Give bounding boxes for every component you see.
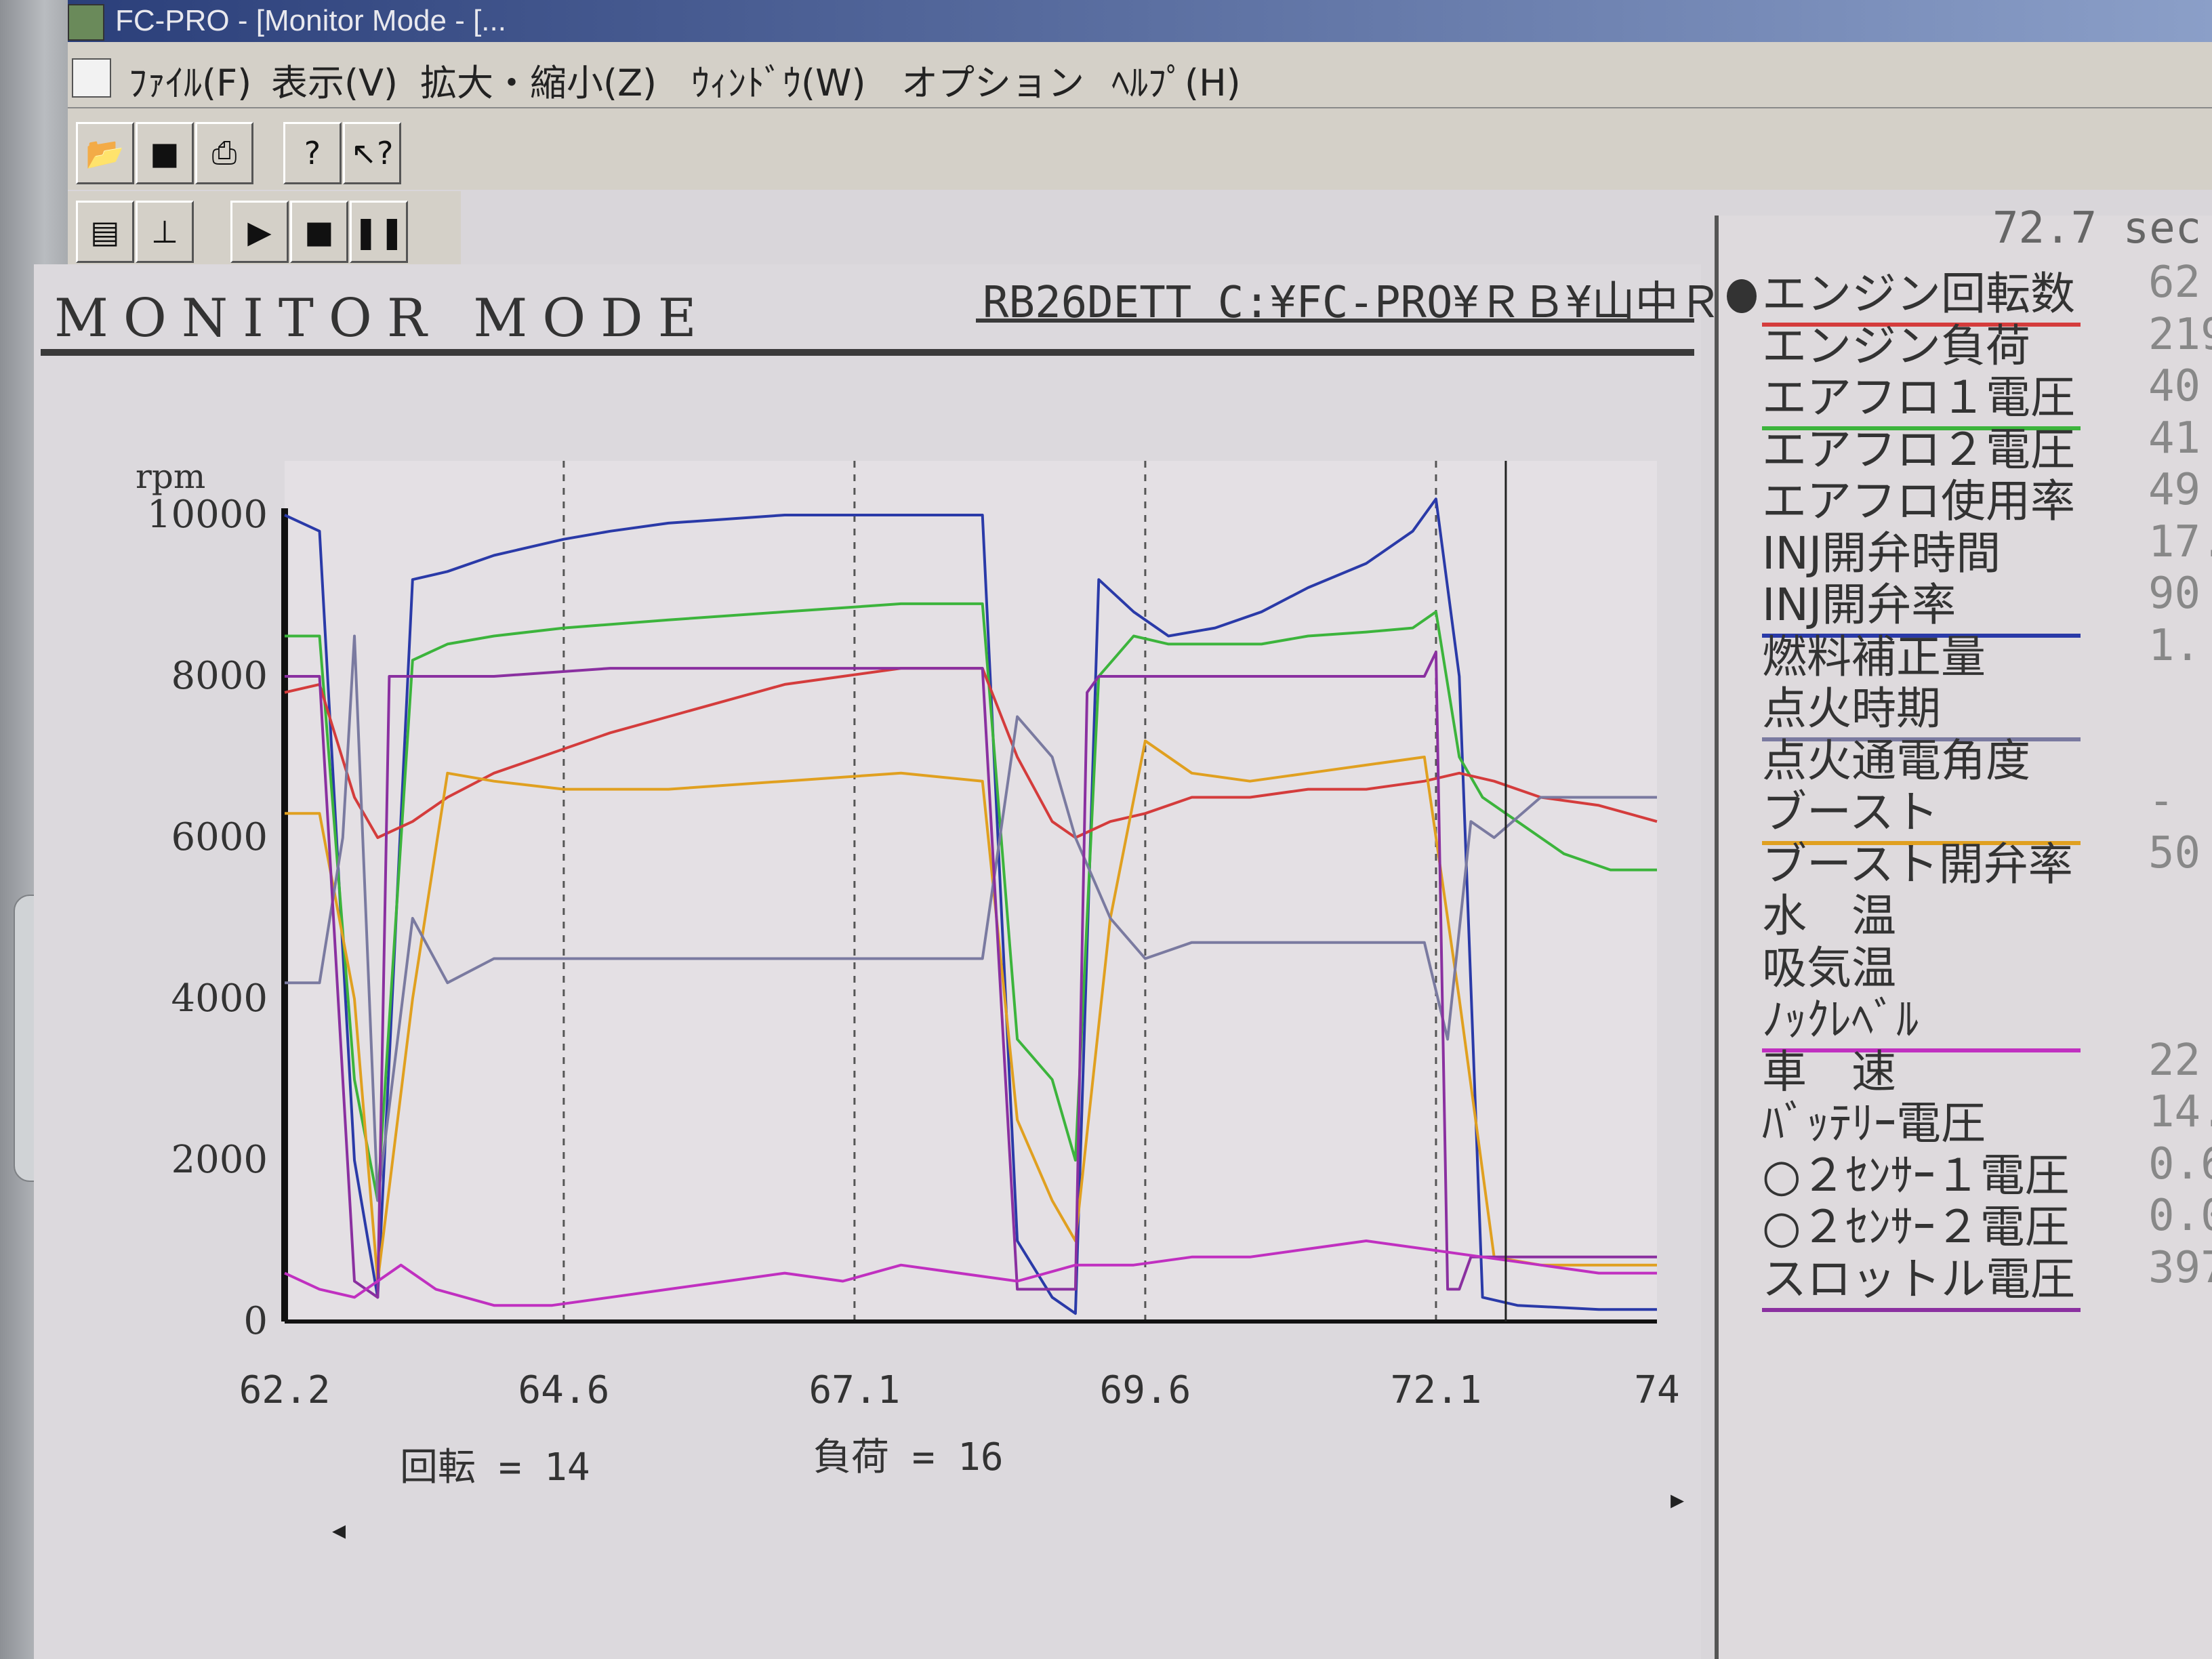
param-value: 40 xyxy=(2148,361,2201,411)
param-value: 62 xyxy=(2148,258,2201,308)
x-tick-label: 72.1 xyxy=(1391,1368,1482,1412)
x-tick-label: 67.1 xyxy=(808,1368,900,1412)
param-label: スロットル電圧 xyxy=(1762,1252,2075,1305)
x-tick-label: 64.6 xyxy=(518,1368,609,1412)
selected-param-bullet-icon xyxy=(1727,279,1757,313)
param-value: 219 xyxy=(2148,309,2212,360)
y-tick-label: 0 xyxy=(243,1299,268,1343)
param-value: 0.0 xyxy=(2148,1191,2212,1241)
param-value: 1. xyxy=(2148,620,2201,671)
param-value: 14. xyxy=(2148,1087,2212,1137)
rev-readout: 回転 = 14 xyxy=(400,1446,590,1490)
param-value: 49 xyxy=(2148,465,2201,515)
param-value: 17. xyxy=(2148,516,2212,567)
param-value: 0.6 xyxy=(2148,1139,2212,1189)
param-value: 90 xyxy=(2148,569,2201,619)
param-19[interactable]: スロットル電圧 xyxy=(1762,1243,2081,1312)
param-color-underline xyxy=(1762,1307,2081,1312)
y-tick-label: 6000 xyxy=(171,815,268,859)
param-value: 22 xyxy=(2148,1035,2201,1086)
param-value: 41 xyxy=(2148,413,2201,464)
plot-area xyxy=(285,461,1657,1322)
scroll-left-icon[interactable]: ◂ xyxy=(332,1515,346,1546)
y-tick-label: 8000 xyxy=(171,654,268,698)
load-readout: 負荷 = 16 xyxy=(813,1435,1004,1479)
param-value: - xyxy=(2148,776,2175,826)
y-tick-label: 10000 xyxy=(147,493,268,537)
x-tick-label: 74 xyxy=(1634,1368,1679,1412)
scroll-right-icon[interactable]: ▸ xyxy=(1671,1484,1684,1515)
param-value: 50 xyxy=(2148,827,2201,878)
y-axis-label: rpm xyxy=(136,457,205,496)
time-readout: 72.7 sec xyxy=(1992,203,2202,253)
param-value: 397 xyxy=(2148,1242,2212,1293)
y-tick-label: 4000 xyxy=(171,977,268,1021)
x-tick-label: 62.2 xyxy=(239,1368,331,1412)
x-tick-label: 69.6 xyxy=(1099,1368,1191,1412)
y-tick-label: 2000 xyxy=(171,1138,268,1182)
